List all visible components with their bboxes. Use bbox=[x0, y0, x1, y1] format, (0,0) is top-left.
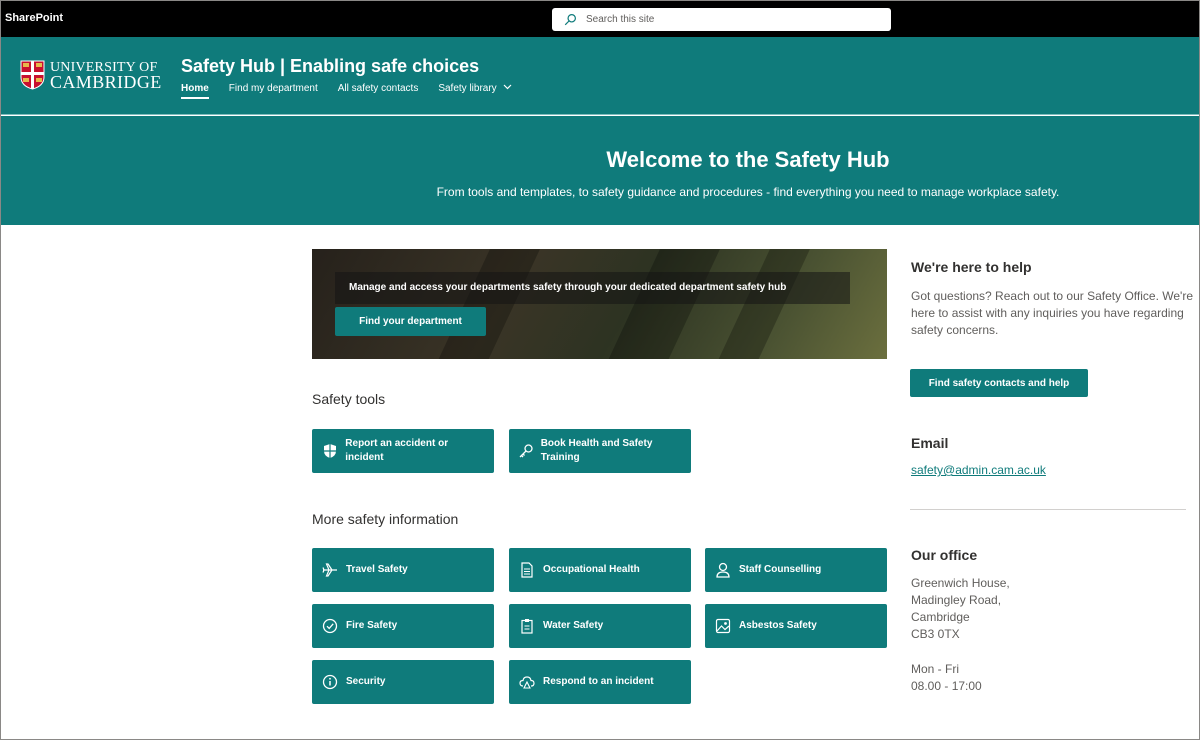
more-safety-info-heading: More safety information bbox=[312, 511, 459, 527]
find-safety-contacts-button[interactable]: Find safety contacts and help bbox=[910, 369, 1088, 397]
tile-occupational-health[interactable]: Occupational Health bbox=[509, 548, 691, 592]
search-input[interactable]: Search this site bbox=[552, 8, 891, 31]
tile-staff-counselling[interactable]: Staff Counselling bbox=[705, 548, 887, 592]
page-frame: SharePoint Search this site UNIVERSITY O… bbox=[0, 0, 1200, 740]
tile-label: Occupational Health bbox=[543, 564, 640, 575]
logo-line-2: CAMBRIDGE bbox=[50, 72, 162, 92]
airplane-icon bbox=[322, 563, 337, 577]
help-heading: We're here to help bbox=[911, 259, 1032, 275]
header-divider bbox=[1, 114, 1199, 115]
tile-label: Staff Counselling bbox=[739, 564, 822, 575]
nav-item-home[interactable]: Home bbox=[181, 83, 209, 99]
tile-report-accident[interactable]: Report an accident or incident bbox=[312, 429, 494, 473]
tile-respond-to-incident[interactable]: Respond to an incident bbox=[509, 660, 691, 704]
check-circle-icon bbox=[322, 618, 338, 634]
help-text: Got questions? Reach out to our Safety O… bbox=[911, 289, 1193, 337]
banner-shadow bbox=[599, 249, 725, 359]
suite-bar: SharePoint Search this site bbox=[1, 1, 1199, 37]
site-nav: Home Find my department All safety conta… bbox=[181, 83, 532, 99]
tile-label: Water Safety bbox=[543, 620, 604, 631]
clipboard-icon bbox=[521, 619, 533, 634]
nav-item-find-my-department[interactable]: Find my department bbox=[229, 83, 318, 99]
tile-book-training[interactable]: Book Health and Safety Training bbox=[509, 429, 691, 473]
banner-text-box: Manage and access your departments safet… bbox=[335, 272, 850, 304]
tile-label: Book Health and Safety Training bbox=[540, 438, 653, 463]
tile-label: Asbestos Safety bbox=[739, 620, 817, 631]
office-address-line: CB3 0TX bbox=[911, 627, 960, 641]
email-heading: Email bbox=[911, 435, 949, 451]
nav-item-safety-library-label: Safety library bbox=[438, 83, 497, 94]
person-icon bbox=[716, 562, 730, 578]
office-hours-times: 08.00 - 17:00 bbox=[911, 679, 982, 693]
tile-label: Respond to an incident bbox=[543, 676, 654, 687]
tile-label: Fire Safety bbox=[346, 620, 398, 631]
office-hours-days: Mon - Fri bbox=[911, 662, 959, 676]
search-icon bbox=[564, 14, 576, 26]
department-banner: Manage and access your departments safet… bbox=[312, 249, 887, 359]
office-address-line: Greenwich House, bbox=[911, 576, 1010, 590]
tile-asbestos-safety[interactable]: Asbestos Safety bbox=[705, 604, 887, 648]
university-logo[interactable]: UNIVERSITY OF CAMBRIDGE bbox=[20, 60, 162, 92]
chevron-down-icon bbox=[503, 84, 512, 90]
shield-icon bbox=[323, 444, 336, 458]
key-icon bbox=[519, 444, 533, 458]
email-link[interactable]: safety@admin.cam.ac.uk bbox=[911, 463, 1046, 477]
nav-item-all-safety-contacts[interactable]: All safety contacts bbox=[338, 83, 419, 99]
tile-label: Security bbox=[346, 676, 386, 687]
hero-banner: Welcome to the Safety Hub From tools and… bbox=[1, 116, 1199, 225]
document-icon bbox=[521, 562, 533, 578]
tile-fire-safety[interactable]: Fire Safety bbox=[312, 604, 494, 648]
search-placeholder: Search this site bbox=[586, 14, 655, 25]
office-heading: Our office bbox=[911, 547, 978, 563]
site-header: UNIVERSITY OF CAMBRIDGE Safety Hub | Ena… bbox=[1, 37, 1199, 115]
cloud-alert-icon bbox=[519, 676, 535, 689]
safety-tools-heading: Safety tools bbox=[312, 391, 386, 407]
hero-subtitle: From tools and templates, to safety guid… bbox=[436, 185, 1060, 199]
find-your-department-button[interactable]: Find your department bbox=[335, 307, 486, 336]
university-shield-icon bbox=[20, 60, 45, 90]
banner-text: Manage and access your departments safet… bbox=[349, 282, 787, 293]
office-address-line: Madingley Road, bbox=[911, 593, 1002, 607]
hero-title: Welcome to the Safety Hub bbox=[606, 147, 890, 172]
site-title[interactable]: Safety Hub | Enabling safe choices bbox=[181, 56, 479, 77]
tile-label: Report an accident or incident bbox=[345, 438, 449, 463]
info-icon bbox=[322, 674, 338, 690]
banner-shadow bbox=[709, 249, 815, 359]
banner-shadow bbox=[429, 249, 545, 359]
nav-item-safety-library[interactable]: Safety library bbox=[438, 83, 512, 99]
sharepoint-brand[interactable]: SharePoint bbox=[5, 12, 63, 24]
section-divider bbox=[910, 509, 1186, 510]
tile-water-safety[interactable]: Water Safety bbox=[509, 604, 691, 648]
image-icon bbox=[715, 618, 731, 634]
tile-travel-safety[interactable]: Travel Safety bbox=[312, 548, 494, 592]
office-address-line: Cambridge bbox=[911, 610, 970, 624]
tile-security[interactable]: Security bbox=[312, 660, 494, 704]
tile-label: Travel Safety bbox=[346, 564, 408, 575]
